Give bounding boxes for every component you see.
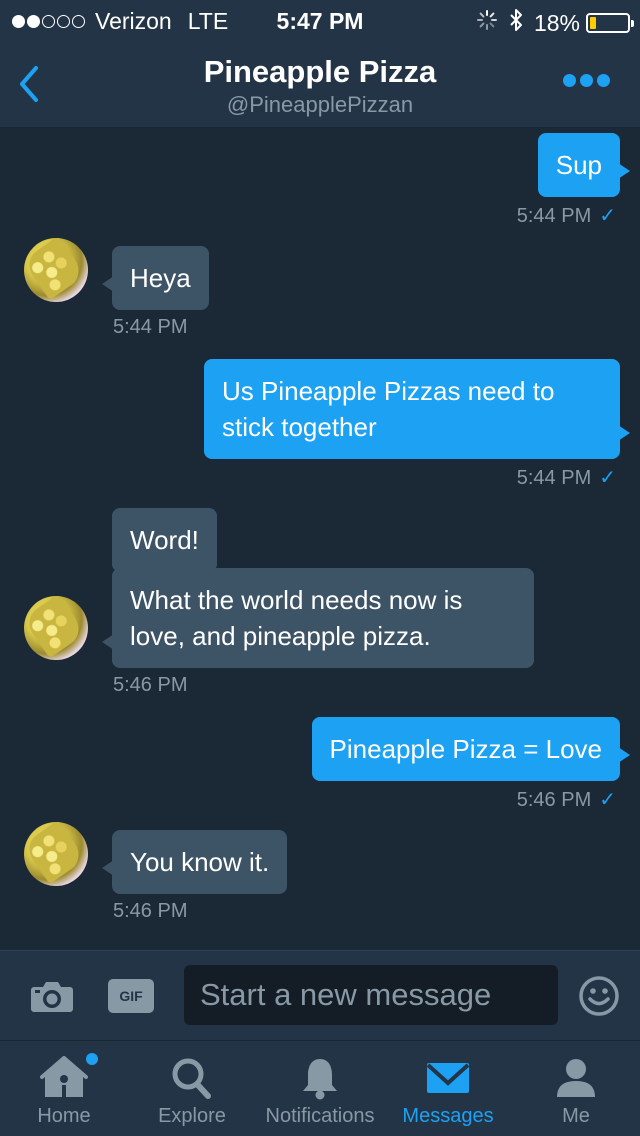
camera-icon [31, 982, 73, 1012]
tab-messages[interactable]: Messages [384, 1041, 512, 1136]
tab-label: Explore [158, 1105, 226, 1127]
bell-icon [303, 1059, 337, 1100]
message-bubble-incoming[interactable]: What the world needs now is love, and pi… [102, 568, 534, 668]
message-bubble-incoming[interactable]: Word! [112, 508, 217, 572]
tab-me[interactable]: Me [512, 1041, 640, 1136]
battery-percent: 18% [533, 9, 580, 36]
message-bubble-outgoing[interactable]: Sup [537, 133, 631, 197]
bluetooth-icon [508, 8, 524, 38]
message-timestamp: 5:44 PM [113, 316, 188, 338]
conversation-header: Pineapple Pizza @PineapplePizzan [0, 40, 640, 128]
tab-home[interactable]: Home [0, 1041, 128, 1136]
message-bubble-incoming[interactable]: You know it. [101, 830, 288, 894]
emoji-button[interactable] [578, 975, 620, 1017]
gif-button[interactable]: GIF [108, 979, 154, 1013]
message-text-line: stick together [222, 412, 377, 442]
conversation-handle: @PineapplePizzan [226, 92, 414, 117]
search-icon [172, 1058, 211, 1099]
message-bubble-outgoing[interactable]: Pineapple Pizza = Love [311, 717, 631, 781]
status-right: 18% [476, 8, 634, 38]
battery-level [590, 17, 597, 29]
message-timestamp: 5:44 PM ✓ [516, 467, 616, 489]
contact-avatar[interactable] [24, 596, 88, 660]
activity-spinner-icon [476, 9, 498, 37]
tab-explore[interactable]: Explore [128, 1041, 256, 1136]
notification-dot [86, 1053, 98, 1065]
camera-button[interactable] [30, 979, 74, 1013]
more-dots-icon [563, 74, 576, 87]
tab-bar: Home Explore Notifications Messages Me [0, 1040, 640, 1136]
envelope-icon [426, 1063, 470, 1093]
tab-label: Messages [402, 1105, 494, 1127]
contact-avatar[interactable] [24, 822, 88, 886]
tab-notifications[interactable]: Notifications [256, 1041, 384, 1136]
emoji-icon [579, 976, 619, 1016]
message-text-line: love, and pineapple pizza. [130, 621, 431, 651]
status-bar: Verizon LTE 5:47 PM 18% [0, 0, 640, 40]
person-icon [557, 1059, 595, 1097]
message-bubble-incoming[interactable]: Heya [102, 246, 209, 310]
read-check-icon: ✓ [599, 789, 616, 811]
message-composer: GIF [0, 950, 640, 1040]
tab-label: Notifications [265, 1105, 375, 1127]
message-bubble-outgoing[interactable]: Us Pineapple Pizzas need to stick togeth… [204, 359, 630, 459]
home-icon [40, 1056, 88, 1097]
message-text-line: What the world needs now is [130, 585, 463, 615]
tab-label: Home [37, 1105, 91, 1127]
message-timestamp: 5:46 PM ✓ [516, 789, 616, 811]
message-input[interactable] [184, 965, 558, 1025]
message-timestamp: 5:46 PM [113, 900, 188, 922]
read-check-icon: ✓ [599, 205, 616, 227]
battery-icon [586, 13, 634, 33]
read-check-icon: ✓ [599, 467, 616, 489]
tab-label: Me [562, 1105, 590, 1127]
more-options-button[interactable] [559, 74, 610, 87]
conversation-title: Pineapple Pizza [203, 54, 437, 89]
message-list[interactable]: Sup 5:44 PM ✓ Heya 5:44 PM Us Pineapple P… [0, 129, 640, 949]
message-timestamp: 5:44 PM ✓ [516, 205, 616, 227]
contact-avatar[interactable] [24, 238, 88, 302]
message-timestamp: 5:46 PM [113, 674, 188, 696]
message-text-line: Us Pineapple Pizzas need to [222, 376, 555, 406]
